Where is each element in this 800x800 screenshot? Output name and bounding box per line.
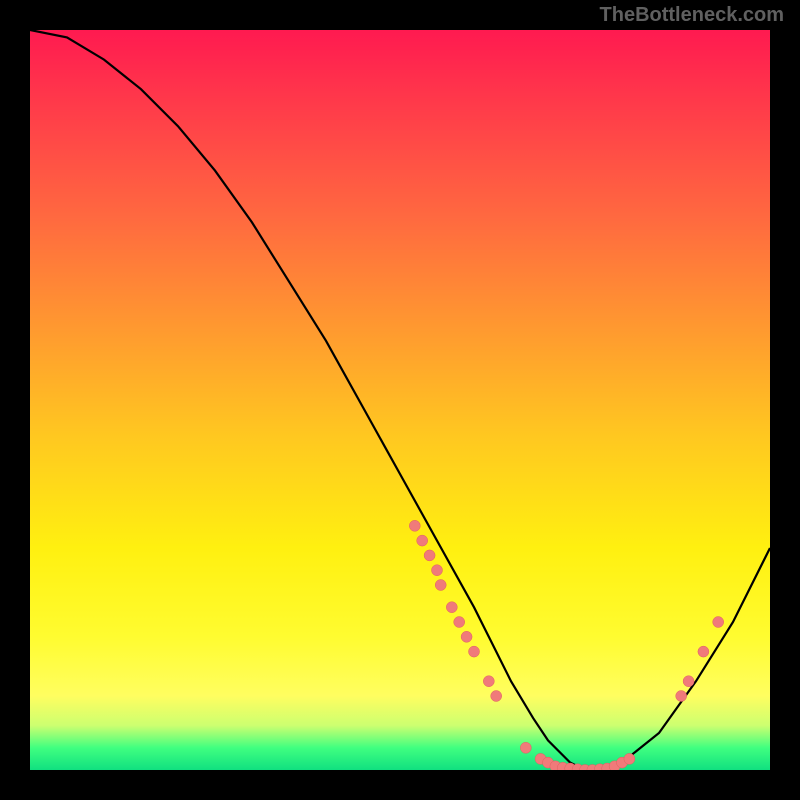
data-marker [454,617,465,628]
data-marker [676,691,687,702]
data-marker [424,550,435,561]
data-marker [698,646,709,657]
data-marker [435,580,446,591]
data-marker [624,753,635,764]
attribution-label: TheBottleneck.com [600,4,784,27]
data-marker [483,676,494,687]
curve-svg [30,30,770,770]
markers-group [409,520,723,770]
data-marker [446,602,457,613]
bottleneck-curve [30,30,770,770]
data-marker [520,742,531,753]
data-marker [461,631,472,642]
data-marker [409,520,420,531]
plot-area [30,30,770,770]
data-marker [469,646,480,657]
data-marker [432,565,443,576]
data-marker [417,535,428,546]
chart-container: TheBottleneck.com [0,0,800,800]
data-marker [683,676,694,687]
data-marker [713,617,724,628]
data-marker [491,691,502,702]
